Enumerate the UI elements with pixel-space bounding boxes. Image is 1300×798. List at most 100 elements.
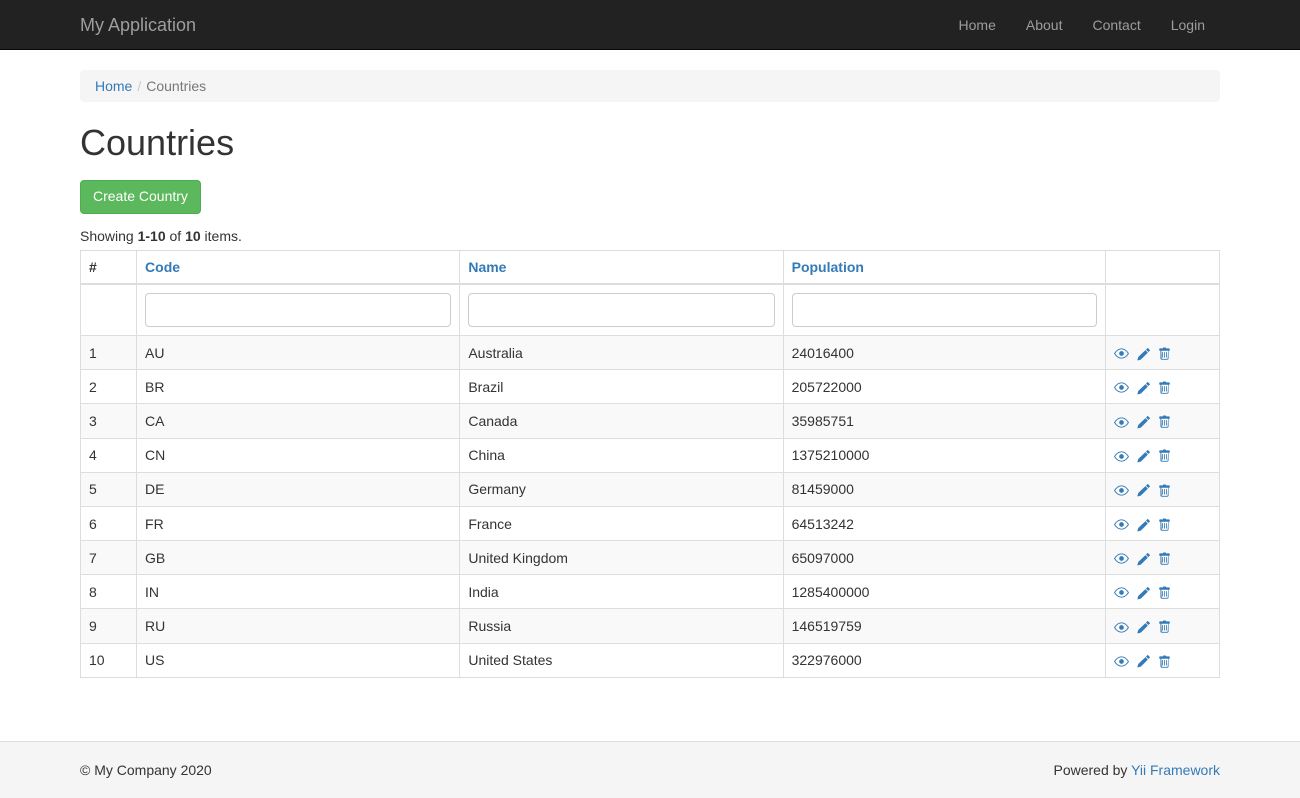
- pencil-icon: [1137, 345, 1150, 361]
- row-actions: [1105, 541, 1219, 575]
- row-name: Germany: [460, 472, 783, 506]
- view-button[interactable]: [1114, 516, 1129, 532]
- update-button[interactable]: [1137, 654, 1150, 669]
- nav-item-login[interactable]: Login: [1156, 0, 1220, 50]
- row-name: China: [460, 438, 783, 472]
- table-body: 1 AU Australia 24016400: [81, 335, 1220, 677]
- pencil-icon: [1137, 379, 1150, 395]
- delete-button[interactable]: [1158, 448, 1171, 463]
- code-filter-input[interactable]: [145, 293, 451, 327]
- view-button[interactable]: [1114, 345, 1129, 361]
- view-button[interactable]: [1114, 448, 1129, 464]
- nav-item-contact[interactable]: Contact: [1077, 0, 1155, 50]
- eye-icon: [1114, 413, 1129, 429]
- trash-icon: [1158, 345, 1171, 361]
- row-name: France: [460, 506, 783, 540]
- row-number: 9: [81, 609, 137, 643]
- row-actions: [1105, 472, 1219, 506]
- population-filter-input[interactable]: [792, 293, 1097, 327]
- row-number: 1: [81, 335, 137, 369]
- delete-button[interactable]: [1158, 346, 1171, 361]
- nav-item-about[interactable]: About: [1011, 0, 1078, 50]
- powered-by: Powered by Yii Framework: [1053, 762, 1220, 778]
- update-button[interactable]: [1137, 585, 1150, 600]
- row-code: DE: [137, 472, 460, 506]
- update-button[interactable]: [1137, 414, 1150, 429]
- row-name: United States: [460, 643, 783, 677]
- row-population: 205722000: [783, 370, 1105, 404]
- delete-button[interactable]: [1158, 517, 1171, 532]
- row-code: BR: [137, 370, 460, 404]
- navbar-brand[interactable]: My Application: [80, 0, 196, 50]
- update-button[interactable]: [1137, 483, 1150, 498]
- col-header-population-sort-link[interactable]: Population: [792, 259, 864, 275]
- eye-icon: [1114, 379, 1129, 395]
- name-filter-input[interactable]: [468, 293, 774, 327]
- row-code: CA: [137, 404, 460, 438]
- col-header-number: #: [81, 250, 137, 284]
- row-number: 10: [81, 643, 137, 677]
- trash-icon: [1158, 379, 1171, 395]
- trash-icon: [1158, 618, 1171, 634]
- row-name: Canada: [460, 404, 783, 438]
- row-code: IN: [137, 575, 460, 609]
- summary-range: 1-10: [138, 228, 166, 244]
- col-header-name-sort-link[interactable]: Name: [468, 259, 506, 275]
- row-number: 6: [81, 506, 137, 540]
- row-population: 81459000: [783, 472, 1105, 506]
- page-title: Countries: [80, 122, 1220, 164]
- row-population: 1375210000: [783, 438, 1105, 472]
- row-name: Brazil: [460, 370, 783, 404]
- view-button[interactable]: [1114, 414, 1129, 430]
- breadcrumb-home-link[interactable]: Home: [95, 78, 132, 94]
- yii-framework-link[interactable]: Yii Framework: [1131, 762, 1220, 778]
- update-button[interactable]: [1137, 551, 1150, 566]
- pencil-icon: [1137, 482, 1150, 498]
- table-header-row: # Code Name Population: [81, 250, 1220, 284]
- breadcrumb-separator: /: [132, 78, 146, 94]
- row-actions: [1105, 335, 1219, 369]
- row-population: 65097000: [783, 541, 1105, 575]
- delete-button[interactable]: [1158, 619, 1171, 634]
- pencil-icon: [1137, 413, 1150, 429]
- navbar-menu: Home About Contact Login: [944, 0, 1220, 50]
- update-button[interactable]: [1137, 448, 1150, 463]
- row-number: 4: [81, 438, 137, 472]
- footer: © My Company 2020 Powered by Yii Framewo…: [0, 741, 1300, 798]
- update-button[interactable]: [1137, 517, 1150, 532]
- row-number: 7: [81, 541, 137, 575]
- countries-table: # Code Name Population 1 AU Australia 24…: [80, 250, 1220, 678]
- toolbar: Create Country: [80, 180, 1220, 214]
- trash-icon: [1158, 550, 1171, 566]
- col-header-code-sort-link[interactable]: Code: [145, 259, 180, 275]
- table-row: 5 DE Germany 81459000: [81, 472, 1220, 506]
- filter-cell-empty: [1105, 284, 1219, 336]
- delete-button[interactable]: [1158, 551, 1171, 566]
- row-actions: [1105, 404, 1219, 438]
- view-button[interactable]: [1114, 619, 1129, 635]
- row-actions: [1105, 609, 1219, 643]
- update-button[interactable]: [1137, 619, 1150, 634]
- table-row: 4 CN China 1375210000: [81, 438, 1220, 472]
- delete-button[interactable]: [1158, 414, 1171, 429]
- create-country-button[interactable]: Create Country: [80, 180, 201, 214]
- update-button[interactable]: [1137, 380, 1150, 395]
- row-name: United Kingdom: [460, 541, 783, 575]
- delete-button[interactable]: [1158, 585, 1171, 600]
- nav-item: About: [1011, 0, 1078, 50]
- row-actions: [1105, 575, 1219, 609]
- delete-button[interactable]: [1158, 380, 1171, 395]
- view-button[interactable]: [1114, 585, 1129, 601]
- table-row: 7 GB United Kingdom 65097000: [81, 541, 1220, 575]
- pencil-icon: [1137, 584, 1150, 600]
- delete-button[interactable]: [1158, 653, 1171, 668]
- table-row: 2 BR Brazil 205722000: [81, 370, 1220, 404]
- delete-button[interactable]: [1158, 482, 1171, 497]
- view-button[interactable]: [1114, 653, 1129, 669]
- update-button[interactable]: [1137, 346, 1150, 361]
- row-number: 3: [81, 404, 137, 438]
- view-button[interactable]: [1114, 380, 1129, 396]
- nav-item-home[interactable]: Home: [944, 0, 1011, 50]
- view-button[interactable]: [1114, 482, 1129, 498]
- view-button[interactable]: [1114, 551, 1129, 567]
